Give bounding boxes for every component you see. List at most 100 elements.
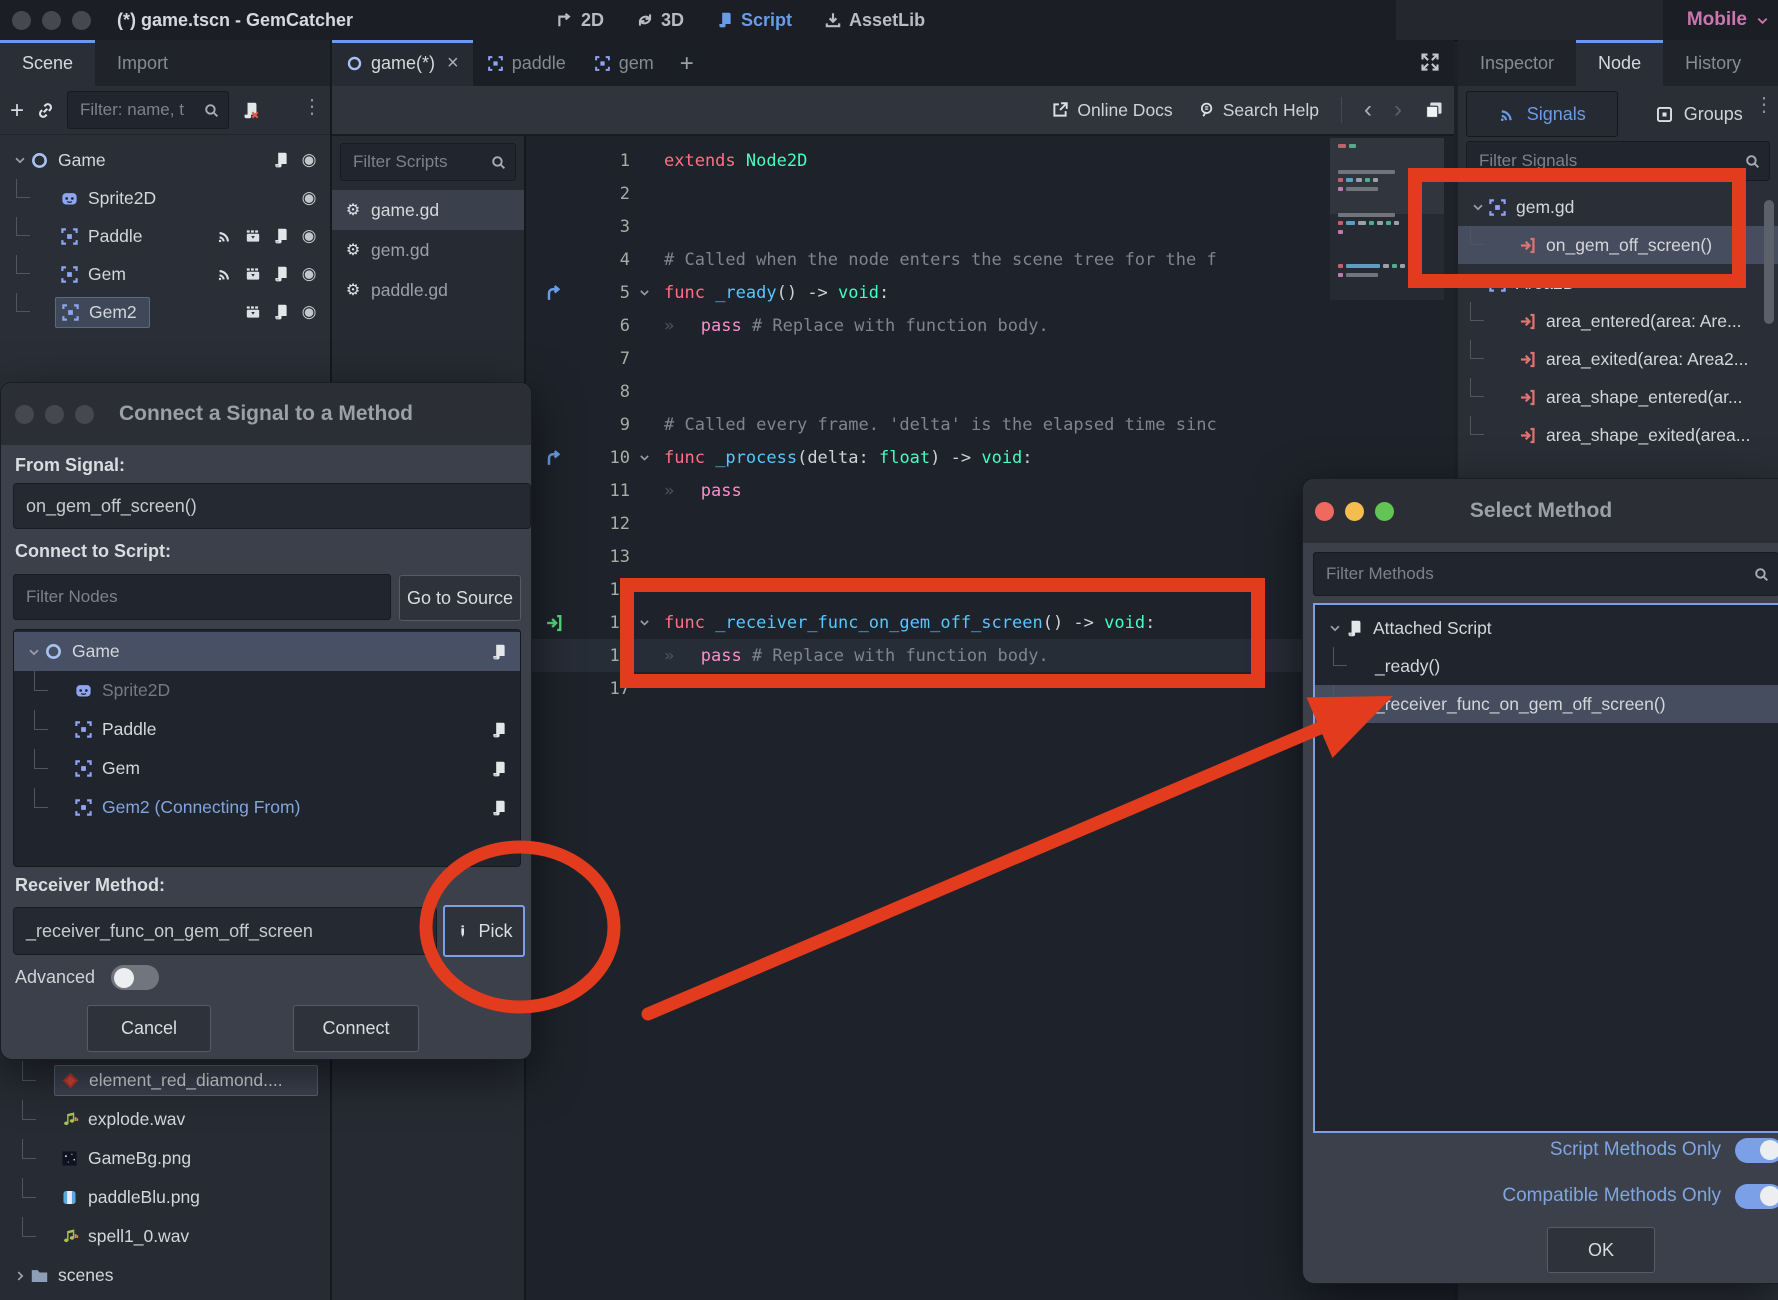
- filesystem-row[interactable]: explode.wav: [0, 1100, 330, 1139]
- eye-icon[interactable]: ◉: [300, 303, 318, 321]
- expander-icon[interactable]: [1355, 697, 1375, 711]
- signal-row[interactable]: on_gem_off_screen(): [1458, 226, 1778, 264]
- eye-icon[interactable]: ◉: [300, 265, 318, 283]
- script-icon[interactable]: [272, 151, 290, 169]
- help-link[interactable]: Search Help: [1197, 100, 1319, 121]
- signal-icon[interactable]: [216, 227, 234, 245]
- minimize-window-icon[interactable]: [42, 11, 61, 30]
- filesystem-row[interactable]: spell1_0.wav: [0, 1217, 330, 1256]
- code-minimap[interactable]: [1330, 138, 1444, 300]
- node-tree-row[interactable]: Gem2 (Connecting From): [14, 788, 520, 827]
- script-scene-tab[interactable]: game(*) ×: [332, 40, 473, 86]
- method-row[interactable]: Attached Script: [1315, 609, 1778, 647]
- expander-icon[interactable]: [1325, 621, 1345, 635]
- ok-button[interactable]: OK: [1547, 1227, 1655, 1273]
- scene-tree-row[interactable]: Sprite2D ◉: [0, 179, 330, 217]
- expander-icon[interactable]: [40, 1191, 60, 1205]
- dock-tab[interactable]: Inspector: [1458, 40, 1576, 86]
- expander-icon[interactable]: [40, 229, 60, 243]
- method-row[interactable]: _receiver_func_on_gem_off_screen(): [1315, 685, 1778, 723]
- close-icon[interactable]: ×: [447, 52, 459, 75]
- zoom-window-icon[interactable]: [72, 11, 91, 30]
- signal-row[interactable]: area_shape_entered(ar...: [1458, 378, 1778, 416]
- signal-row[interactable]: area_entered(area: Are...: [1458, 302, 1778, 340]
- node-tree-row[interactable]: Sprite2D: [14, 671, 520, 710]
- close-window-icon[interactable]: [12, 11, 31, 30]
- go-to-source-button[interactable]: Go to Source: [399, 575, 521, 621]
- expander-icon[interactable]: [40, 1230, 60, 1244]
- filesystem-row[interactable]: paddleBlu.png: [0, 1178, 330, 1217]
- advanced-toggle[interactable]: [111, 965, 159, 990]
- code-line[interactable]: 5func _ready() -> void:: [526, 276, 1454, 309]
- renderer-selector[interactable]: Mobile: [1687, 0, 1770, 40]
- tab-groups[interactable]: Groups: [1628, 92, 1770, 136]
- expander-icon[interactable]: [40, 267, 60, 281]
- expander-icon[interactable]: [40, 191, 60, 205]
- expander-icon[interactable]: [10, 1269, 30, 1283]
- filesystem-row[interactable]: scenes: [0, 1256, 330, 1295]
- expander-icon[interactable]: [54, 801, 74, 815]
- workspace-tab[interactable]: AssetLib: [824, 10, 925, 31]
- dock-tab[interactable]: History: [1663, 40, 1763, 86]
- scrollbar-thumb[interactable]: [1764, 200, 1774, 324]
- dock-tab[interactable]: Import: [95, 40, 190, 86]
- node-tree-row[interactable]: Paddle: [14, 710, 520, 749]
- code-line[interactable]: 8: [526, 375, 1454, 408]
- code-line[interactable]: 2: [526, 177, 1454, 210]
- group-icon[interactable]: [244, 265, 262, 283]
- dock-tab[interactable]: Scene: [0, 40, 95, 86]
- workspace-tab[interactable]: Script: [716, 10, 792, 31]
- kebab-menu-icon[interactable]: ⋮: [302, 94, 322, 119]
- signal-row[interactable]: area_shape_exited(area...: [1458, 416, 1778, 454]
- signal-row[interactable]: area_exited(area: Area2...: [1458, 340, 1778, 378]
- code-line[interactable]: 7: [526, 342, 1454, 375]
- script-icon[interactable]: [272, 227, 290, 245]
- method-row[interactable]: _ready(): [1315, 647, 1778, 685]
- workspace-tab[interactable]: 2D: [556, 10, 604, 31]
- code-line[interactable]: 1extends Node2D: [526, 144, 1454, 177]
- expander-icon[interactable]: [40, 1152, 60, 1166]
- node-tree-row[interactable]: Game: [14, 632, 520, 671]
- playback-button[interactable]: [1520, 11, 1539, 30]
- filter-methods-input[interactable]: [1313, 552, 1778, 596]
- script-scene-tab[interactable]: gem: [580, 40, 668, 86]
- script-list-item[interactable]: ⚙ gem.gd: [332, 230, 524, 270]
- dock-tab[interactable]: Node: [1576, 40, 1663, 86]
- expander-icon[interactable]: [1468, 200, 1488, 214]
- filesystem-row[interactable]: GameBg.png: [0, 1139, 330, 1178]
- code-line[interactable]: 10func _process(delta: float) -> void:: [526, 441, 1454, 474]
- scene-tree-row[interactable]: Game ◉: [0, 141, 330, 179]
- workspace-tab[interactable]: 3D: [636, 10, 684, 31]
- toggle-switch[interactable]: [1735, 1138, 1778, 1163]
- script-icon[interactable]: [490, 643, 508, 661]
- signal-row[interactable]: gem.gd: [1458, 188, 1778, 226]
- window-controls[interactable]: [12, 11, 91, 30]
- add-node-button[interactable]: +: [10, 101, 24, 120]
- eye-icon[interactable]: ◉: [300, 151, 318, 169]
- expander-icon[interactable]: [54, 684, 74, 698]
- history-back-icon[interactable]: ‹: [1364, 96, 1372, 124]
- expander-icon[interactable]: [40, 1113, 60, 1127]
- group-icon[interactable]: [244, 303, 262, 321]
- eye-icon[interactable]: ◉: [300, 227, 318, 245]
- new-tab-button[interactable]: +: [668, 42, 706, 86]
- detach-script-icon[interactable]: [241, 101, 260, 120]
- script-list-item[interactable]: ⚙ paddle.gd: [332, 270, 524, 310]
- script-scene-tab[interactable]: paddle: [473, 40, 580, 86]
- expander-icon[interactable]: [1468, 276, 1488, 290]
- script-icon[interactable]: [272, 265, 290, 283]
- script-icon[interactable]: [490, 721, 508, 739]
- receiver-method-value[interactable]: _receiver_func_on_gem_off_screen: [13, 907, 437, 955]
- script-icon[interactable]: [490, 799, 508, 817]
- expander-icon[interactable]: [10, 153, 30, 167]
- code-line[interactable]: 9# Called every frame. 'delta' is the el…: [526, 408, 1454, 441]
- expander-icon[interactable]: [1498, 238, 1518, 252]
- code-line[interactable]: 6» pass # Replace with function body.: [526, 309, 1454, 342]
- expander-icon[interactable]: [24, 645, 44, 659]
- playback-button[interactable]: [1484, 11, 1503, 30]
- playback-button[interactable]: [1448, 11, 1467, 30]
- filter-nodes-input[interactable]: [13, 574, 391, 620]
- scene-tree-row[interactable]: Gem ◉: [0, 255, 330, 293]
- eye-icon[interactable]: ◉: [300, 189, 318, 207]
- expander-icon[interactable]: [1498, 428, 1518, 442]
